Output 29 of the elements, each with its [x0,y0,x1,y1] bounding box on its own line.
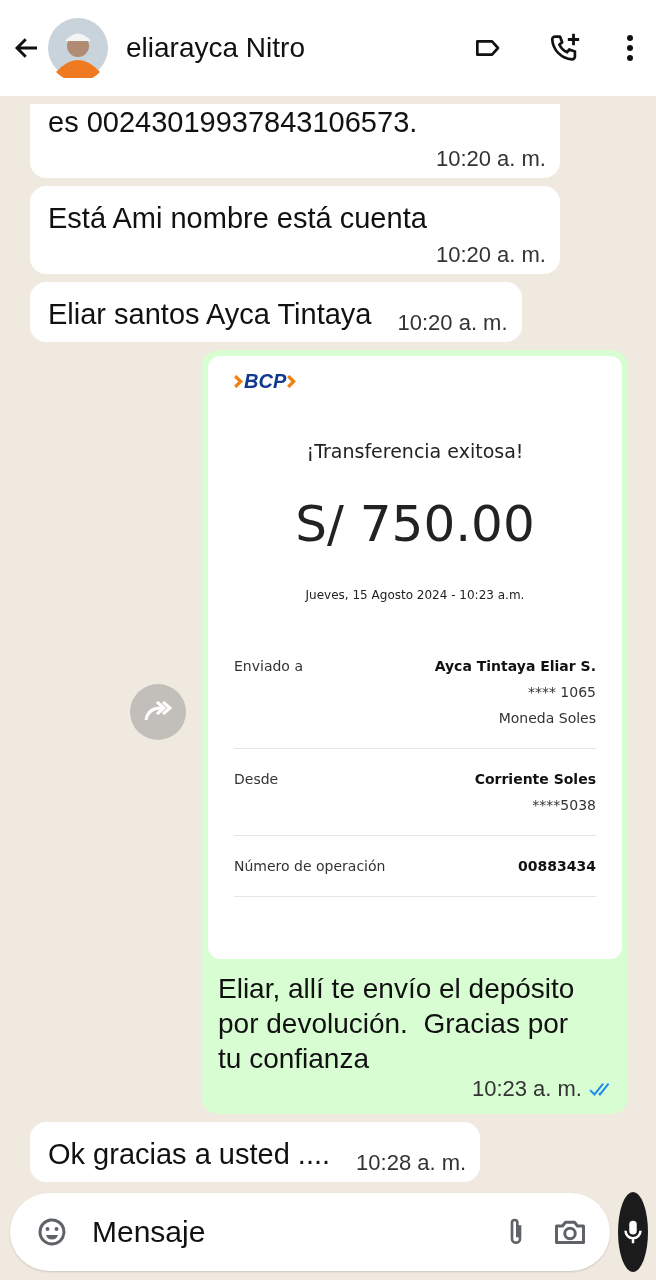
detail-value: 00883434 [518,857,596,876]
menu-icon[interactable] [626,34,634,62]
detail-value: Ayca Tintaya Eliar S. [434,657,596,676]
detail-value: Moneda Soles [498,709,596,728]
receipt-date: Jueves, 15 Agosto 2024 - 10:23 a.m. [305,587,525,604]
detail-label: Enviado a [234,657,303,676]
detail-label: Desde [234,770,279,789]
contact-name[interactable]: eliarayca Nitro [126,32,428,64]
message-time: 10:20 a. m. [434,242,546,268]
message-text: Ok gracias a usted .... [48,1137,331,1172]
message-input[interactable]: Mensaje [90,1214,480,1250]
message-time: 10:20 a. m. [434,146,546,172]
message-time: 10:20 a. m. [396,310,508,336]
receipt-card[interactable]: BCP ¡Transferencia exitosa! S/ 750.00 Jueves, 15 Agosto 2024 - 10:23 a.m. Enviado a Ayca Tintaya Eliar S. **** 1065 Moneda Soles Desde Corriente Soles ****5038 Número de operación 00883434 [208,356,622,959]
avatar[interactable] [48,18,108,78]
message-time: 10:28 a. m. [355,1150,467,1176]
detail-label: Número de operación [234,857,386,876]
detail-value: Corriente Soles [474,770,596,789]
message-time: 10:23 a. m. [471,1076,582,1102]
amount: S/ 750.00 [295,494,535,555]
message-field[interactable]: Mensaje [10,1193,610,1271]
message-text: Eliar, allí te envío el depósito por devolución. Gracias por tu confianza [218,972,576,1076]
bank-logo: BCP [234,370,297,393]
message-text: Eliar santos Ayca Tintaya [48,297,372,332]
detail-value: **** 1065 [527,683,596,702]
receipt-title: ¡Transferencia exitosa! [306,439,524,464]
message-text: Está Ami nombre está cuenta [48,201,427,236]
message-text: es 00243019937843106573. [48,105,418,140]
detail-value: ****5038 [532,796,596,815]
